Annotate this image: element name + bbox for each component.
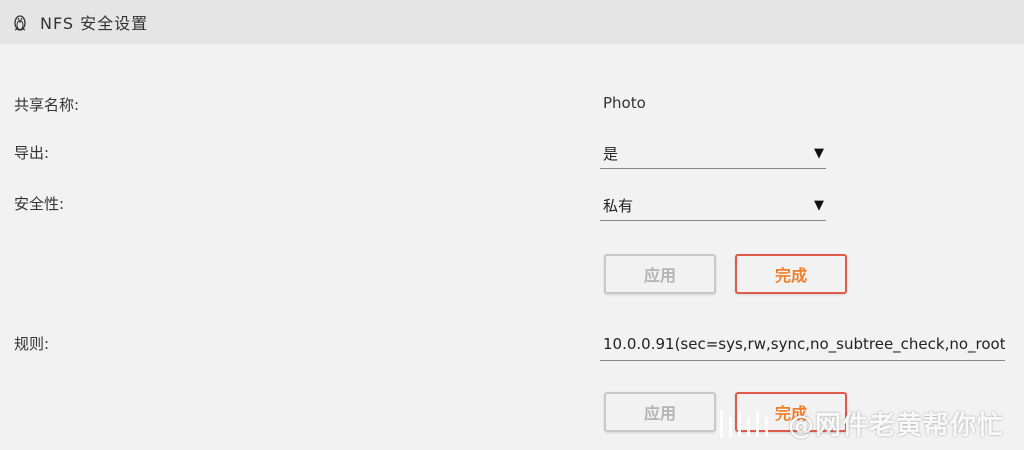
security-select-value: 私有 (603, 196, 634, 215)
apply-button[interactable]: 应用 (604, 254, 716, 294)
security-select[interactable]: 私有 ▼ (600, 190, 826, 221)
done-button[interactable]: 完成 (735, 254, 847, 294)
title-bar: NFS 安全设置 (0, 0, 1024, 44)
share-name-label: 共享名称: (14, 96, 80, 114)
page-title: NFS 安全设置 (40, 14, 149, 33)
rules-input[interactable]: 10.0.0.91(sec=sys,rw,sync,no_subtree_che… (600, 328, 1005, 361)
export-select[interactable]: 是 ▼ (600, 138, 826, 169)
rules-label: 规则: (14, 335, 50, 353)
share-name-value: Photo (603, 94, 646, 112)
linux-penguin-icon (12, 13, 28, 31)
security-label: 安全性: (14, 195, 65, 213)
dropdown-arrow-icon: ▼ (814, 197, 824, 213)
watermark: @网件老黄帮你忙 (716, 400, 1004, 446)
export-label: 导出: (14, 144, 50, 162)
bilibili-logo-icon (716, 405, 780, 441)
export-select-value: 是 (603, 144, 619, 163)
apply-button[interactable]: 应用 (604, 392, 716, 432)
watermark-text: @网件老黄帮你忙 (788, 410, 1005, 441)
dropdown-arrow-icon: ▼ (814, 145, 824, 161)
rules-input-value: 10.0.0.91(sec=sys,rw,sync,no_subtree_che… (603, 335, 1005, 353)
